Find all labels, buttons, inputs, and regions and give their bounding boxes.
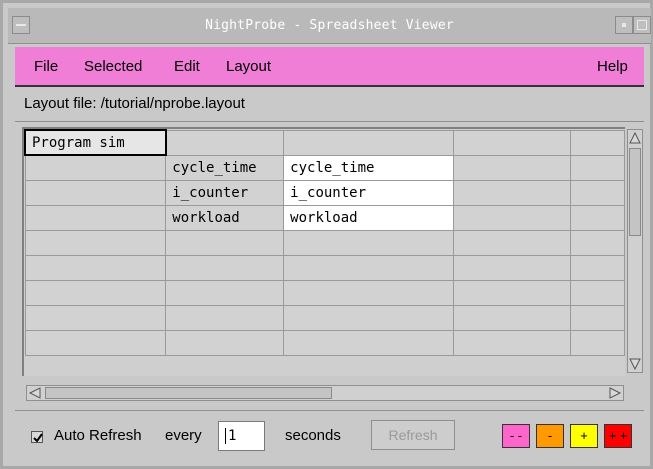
grid-cell[interactable] <box>570 179 625 206</box>
table-row <box>24 229 625 256</box>
table-row: cycle_time cycle_time <box>24 154 625 181</box>
refresh-interval-value: 1 <box>228 428 237 444</box>
sheet-title-cell[interactable]: Program sim <box>24 129 167 156</box>
grid-cell[interactable] <box>283 129 454 156</box>
grid-cell[interactable] <box>165 304 285 331</box>
refresh-button[interactable]: Refresh <box>371 420 455 450</box>
grid-cell[interactable] <box>24 204 167 231</box>
table-row: Program sim <box>24 129 625 156</box>
grid-cell[interactable] <box>570 129 625 156</box>
menu-bar: File Selected Edit Layout Help <box>15 47 644 87</box>
vertical-scrollbar[interactable] <box>627 129 643 373</box>
grid-cell[interactable] <box>24 304 167 331</box>
variable-label-cell[interactable]: i_counter <box>165 179 285 206</box>
grid-cell[interactable] <box>283 254 454 281</box>
speed-slower-fast-button[interactable]: - - <box>502 424 530 448</box>
grid-cell[interactable] <box>283 229 454 256</box>
scroll-left-icon[interactable] <box>28 387 42 399</box>
table-row: i_counter i_counter <box>24 179 625 206</box>
scroll-down-icon[interactable] <box>629 357 641 371</box>
variable-value: i_counter <box>290 184 367 201</box>
table-row <box>24 279 625 306</box>
grid-cell[interactable] <box>570 204 625 231</box>
grid-cell[interactable] <box>452 204 572 231</box>
grid-cell[interactable] <box>570 304 625 331</box>
checkmark-icon <box>33 433 43 443</box>
variable-value: workload <box>290 209 358 226</box>
menu-edit[interactable]: Edit <box>174 58 200 75</box>
variable-label: cycle_time <box>172 159 257 176</box>
grid-cell[interactable] <box>165 279 285 306</box>
grid-cell[interactable] <box>283 329 454 356</box>
grid-cell[interactable] <box>165 254 285 281</box>
speed-faster-button[interactable]: + <box>570 424 598 448</box>
speed-faster-fast-button[interactable]: + + <box>604 424 632 448</box>
variable-label: i_counter <box>172 184 249 201</box>
grid-cell[interactable] <box>452 254 572 281</box>
refresh-interval-input[interactable]: 1 <box>218 421 265 451</box>
auto-refresh-checkbox[interactable] <box>31 431 43 443</box>
grid-cell[interactable] <box>452 154 572 181</box>
grid-cell[interactable] <box>24 279 167 306</box>
every-label: every <box>165 427 202 444</box>
grid-cell[interactable] <box>452 229 572 256</box>
sheet-title: Program sim <box>32 134 125 151</box>
layout-file-label: Layout file: /tutorial/nprobe.layout <box>24 95 245 112</box>
variable-value-cell[interactable]: cycle_time <box>283 154 454 181</box>
menu-selected[interactable]: Selected <box>84 58 142 75</box>
variable-label: workload <box>172 209 240 226</box>
menu-file[interactable]: File <box>34 58 58 75</box>
spreadsheet[interactable]: Program sim cycle_time cycle_time i_coun… <box>22 127 625 376</box>
grid-cell[interactable] <box>24 329 167 356</box>
scroll-right-icon[interactable] <box>608 387 622 399</box>
seconds-label: seconds <box>285 427 341 444</box>
grid-cell[interactable] <box>165 129 285 156</box>
minimize-icon[interactable] <box>615 16 633 34</box>
grid-cell[interactable] <box>452 304 572 331</box>
grid-cell[interactable] <box>452 129 572 156</box>
variable-value-cell[interactable]: i_counter <box>283 179 454 206</box>
grid-cell[interactable] <box>24 229 167 256</box>
table-row <box>24 329 625 356</box>
scroll-up-icon[interactable] <box>629 131 641 145</box>
variable-label-cell[interactable]: workload <box>165 204 285 231</box>
grid-cell[interactable] <box>570 229 625 256</box>
auto-refresh-label: Auto Refresh <box>54 427 142 444</box>
variable-value-cell[interactable]: workload <box>283 204 454 231</box>
grid-cell[interactable] <box>570 154 625 181</box>
grid-cell[interactable] <box>24 154 167 181</box>
grid-cell[interactable] <box>283 304 454 331</box>
grid-cell[interactable] <box>452 179 572 206</box>
table-row <box>24 254 625 281</box>
menu-help[interactable]: Help <box>597 58 628 75</box>
horizontal-scroll-thumb[interactable] <box>45 387 332 399</box>
grid-cell[interactable] <box>24 254 167 281</box>
layout-file-bar: Layout file: /tutorial/nprobe.layout <box>15 87 644 122</box>
vertical-scroll-thumb[interactable] <box>629 148 641 236</box>
grid-cell[interactable] <box>452 279 572 306</box>
grid-cell[interactable] <box>24 179 167 206</box>
grid-cell[interactable] <box>570 279 625 306</box>
grid-cell[interactable] <box>165 329 285 356</box>
window-title: NightProbe - Spreadsheet Viewer <box>205 18 454 33</box>
variable-value: cycle_time <box>290 159 375 176</box>
refresh-controls: Auto Refresh every 1 seconds Refresh - -… <box>15 410 644 463</box>
table-row: workload workload <box>24 204 625 231</box>
variable-label-cell[interactable]: cycle_time <box>165 154 285 181</box>
grid-cell[interactable] <box>165 229 285 256</box>
maximize-icon[interactable] <box>633 16 651 34</box>
grid-cell[interactable] <box>570 329 625 356</box>
table-row <box>24 304 625 331</box>
grid-cell[interactable] <box>570 254 625 281</box>
speed-slower-button[interactable]: - <box>536 424 564 448</box>
grid-cell[interactable] <box>452 329 572 356</box>
grid-cell[interactable] <box>283 279 454 306</box>
menu-layout[interactable]: Layout <box>226 58 271 75</box>
horizontal-scrollbar[interactable] <box>26 385 624 401</box>
title-bar[interactable]: NightProbe - Spreadsheet Viewer <box>8 8 651 44</box>
text-cursor <box>225 428 226 444</box>
